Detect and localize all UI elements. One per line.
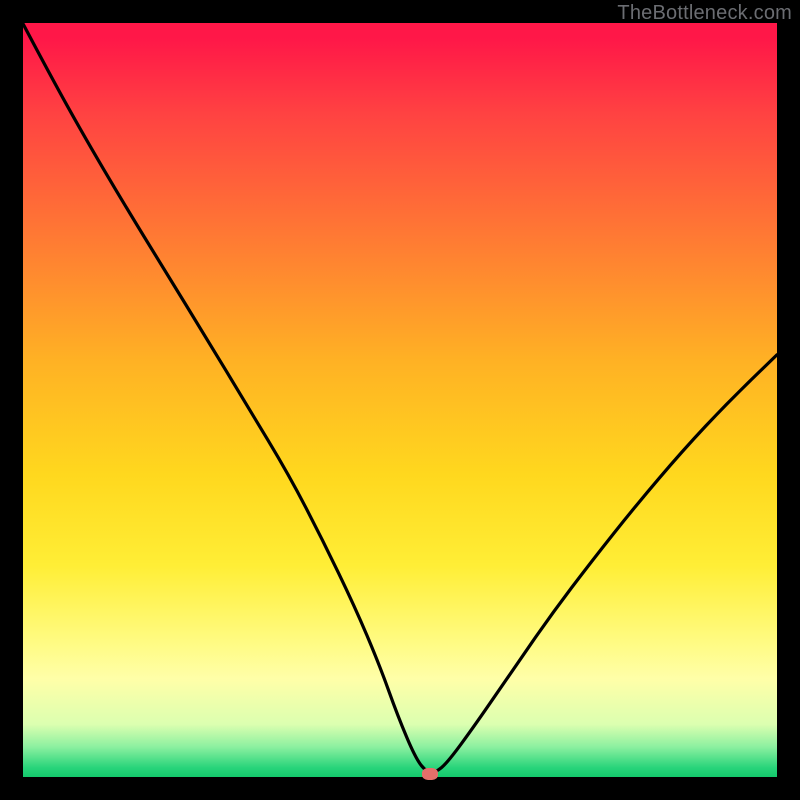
bottleneck-curve bbox=[23, 23, 777, 777]
chart-frame bbox=[23, 23, 777, 777]
bottleneck-marker bbox=[422, 768, 438, 780]
attribution-text: TheBottleneck.com bbox=[617, 2, 792, 25]
